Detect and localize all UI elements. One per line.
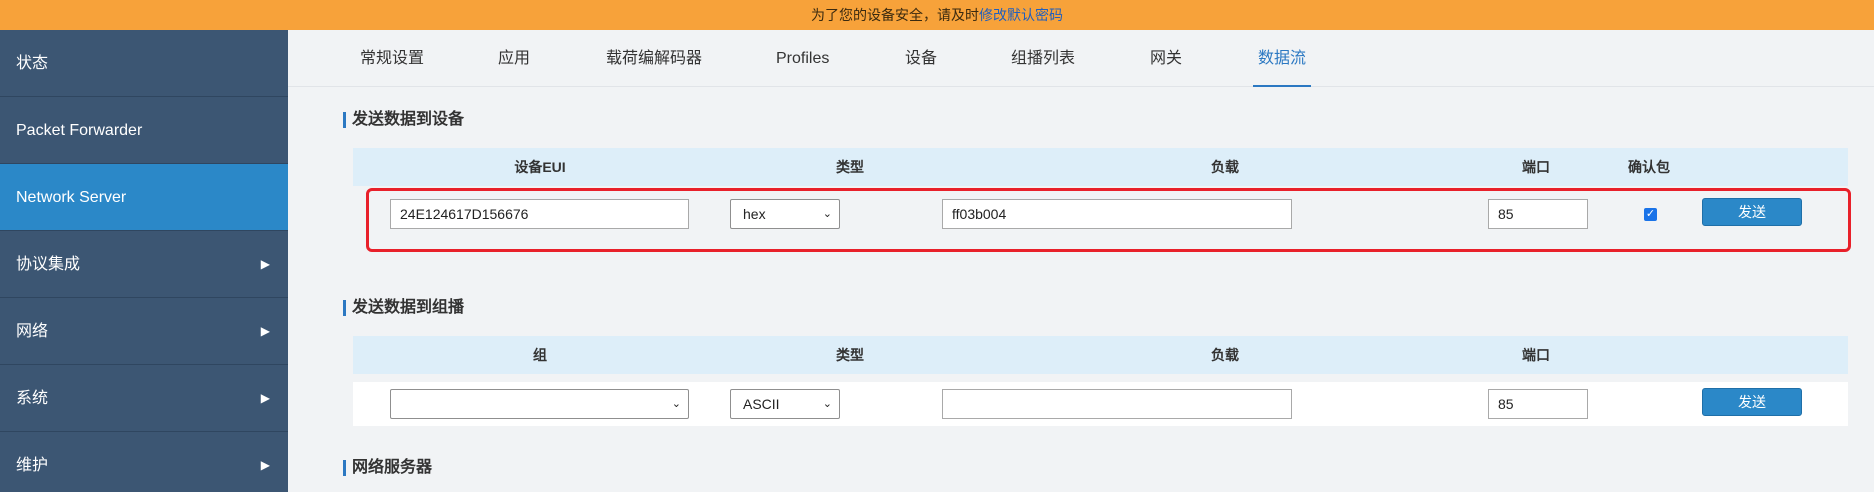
device-eui-input[interactable]: 24E124617D156676: [390, 199, 689, 229]
section-title-send-to-multicast: 发送数据到组播: [343, 300, 464, 316]
header-payload: 负载: [1211, 159, 1239, 175]
header-confirm: 确认包: [1628, 159, 1670, 175]
sidebar-item-label: Packet Forwarder: [16, 122, 143, 139]
confirm-checkbox[interactable]: ✓: [1644, 208, 1657, 221]
multicast-type-select[interactable]: ASCII ⌄: [730, 389, 840, 419]
tab-applications[interactable]: 应用: [498, 30, 530, 87]
sidebar-item-status[interactable]: 状态: [0, 30, 288, 97]
header-payload: 负载: [1211, 347, 1239, 363]
multicast-payload-input[interactable]: [942, 389, 1292, 419]
sidebar-item-network[interactable]: 网络 ▶: [0, 298, 288, 365]
multicast-table-header: 组 类型 负载 端口: [353, 336, 1848, 374]
multicast-port-input[interactable]: 85: [1488, 389, 1588, 419]
caret-right-icon: ▶: [260, 324, 270, 338]
header-group: 组: [533, 347, 547, 363]
sidebar-item-label: Network Server: [16, 189, 127, 206]
sidebar-item-label: 系统: [16, 390, 49, 407]
caret-right-icon: ▶: [260, 391, 270, 405]
multicast-table-row: ⌄ ASCII ⌄ 85 发送: [353, 382, 1848, 426]
send-to-multicast-button[interactable]: 发送: [1702, 388, 1802, 416]
section-title-network-server: 网络服务器: [343, 460, 432, 476]
device-type-value: hex: [743, 206, 766, 222]
chevron-down-icon: ⌄: [671, 398, 681, 410]
sidebar-item-packet-forwarder[interactable]: Packet Forwarder: [0, 97, 288, 164]
caret-right-icon: ▶: [260, 458, 270, 472]
sidebar-item-label: 状态: [16, 55, 49, 72]
send-to-device-button[interactable]: 发送: [1702, 198, 1802, 226]
device-type-select[interactable]: hex ⌄: [730, 199, 840, 229]
section-title-send-to-device: 发送数据到设备: [343, 112, 464, 128]
multicast-type-value: ASCII: [743, 396, 780, 412]
chevron-down-icon: ⌄: [822, 208, 832, 220]
header-device-eui: 设备EUI: [514, 159, 566, 175]
device-table-row: 24E124617D156676 hex ⌄ ff03b004 85 ✓ 发送: [353, 186, 1848, 242]
sidebar-item-system[interactable]: 系统 ▶: [0, 365, 288, 432]
device-port-input[interactable]: 85: [1488, 199, 1588, 229]
multicast-group-select[interactable]: ⌄: [390, 389, 689, 419]
device-payload-input[interactable]: ff03b004: [942, 199, 1292, 229]
header-type: 类型: [836, 347, 864, 363]
tab-bar: 常规设置 应用 载荷编解码器 Profiles 设备 组播列表 网关 数据流: [288, 30, 1874, 87]
chevron-down-icon: ⌄: [822, 398, 832, 410]
sidebar-item-label: 网络: [16, 323, 49, 340]
sidebar-item-network-server[interactable]: Network Server: [0, 164, 288, 231]
change-password-link[interactable]: 修改默认密码: [979, 7, 1063, 23]
caret-right-icon: ▶: [260, 257, 270, 271]
tab-payload-codec[interactable]: 载荷编解码器: [606, 30, 702, 87]
sidebar-item-label: 协议集成: [16, 256, 81, 273]
header-port: 端口: [1522, 347, 1550, 363]
banner-text: 为了您的设备安全，请及时: [811, 7, 979, 23]
device-table-header: 设备EUI 类型 负载 端口 确认包: [353, 148, 1848, 186]
tab-general-settings[interactable]: 常规设置: [360, 30, 424, 87]
sidebar-item-protocol-integration[interactable]: 协议集成 ▶: [0, 231, 288, 298]
tab-devices[interactable]: 设备: [905, 30, 937, 87]
security-banner: 为了您的设备安全，请及时修改默认密码: [0, 0, 1874, 30]
main-content: 发送数据到设备 设备EUI 类型 负载 端口 确认包 24E124617D156…: [288, 88, 1874, 492]
tab-multicast-list[interactable]: 组播列表: [1011, 30, 1075, 87]
header-type: 类型: [836, 159, 864, 175]
tab-gateways[interactable]: 网关: [1150, 30, 1182, 87]
tab-data-stream[interactable]: 数据流: [1253, 30, 1311, 87]
sidebar-item-label: 维护: [16, 457, 49, 474]
tab-profiles[interactable]: Profiles: [776, 30, 829, 87]
sidebar-item-maintenance[interactable]: 维护 ▶: [0, 432, 288, 492]
header-port: 端口: [1522, 159, 1550, 175]
sidebar: 状态 Packet Forwarder Network Server 协议集成 ▶…: [0, 30, 288, 492]
